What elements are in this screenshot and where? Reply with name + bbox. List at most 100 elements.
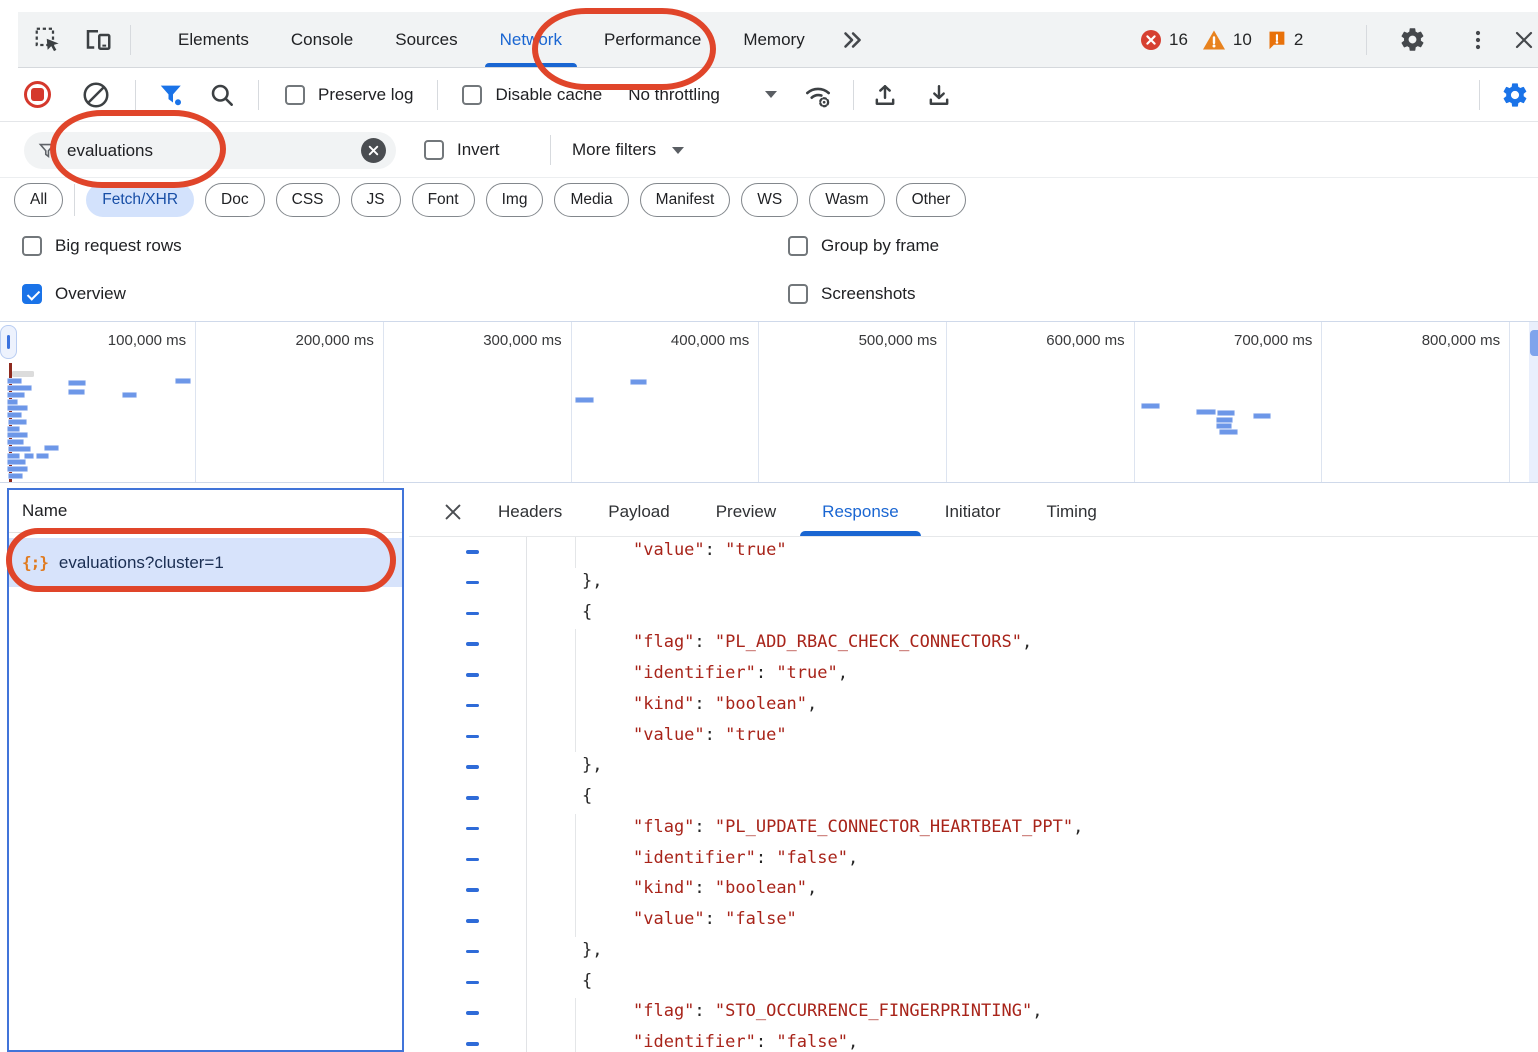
fold-marker-icon[interactable]	[466, 919, 479, 923]
invert-checkbox-box[interactable]	[424, 140, 444, 160]
type-filter-js[interactable]: JS	[351, 183, 401, 217]
clear-network-log-icon[interactable]	[79, 78, 113, 112]
big-request-rows-checkbox[interactable]: Big request rows	[22, 236, 182, 256]
overview-checkbox-box[interactable]	[22, 284, 42, 304]
type-filter-css[interactable]: CSS	[276, 183, 340, 217]
fold-marker-icon[interactable]	[466, 827, 479, 831]
fold-marker-icon[interactable]	[466, 1042, 479, 1046]
fold-marker-icon[interactable]	[466, 950, 479, 954]
json-punctuation-token: :	[694, 1001, 714, 1021]
inspect-element-icon[interactable]	[26, 18, 70, 62]
preserve-log-checkbox-box[interactable]	[285, 85, 305, 105]
detail-tab-headers[interactable]: Headers	[498, 488, 562, 536]
preserve-log-checkbox[interactable]: Preserve log	[285, 85, 413, 105]
fold-marker-icon[interactable]	[466, 765, 479, 769]
issues-badge[interactable]: 2	[1266, 29, 1303, 50]
fold-marker-icon[interactable]	[466, 642, 479, 646]
overview-request-bar	[7, 412, 22, 418]
fold-marker-icon[interactable]	[466, 735, 479, 739]
close-devtools-icon[interactable]	[1502, 18, 1538, 62]
filter-input-container[interactable]	[24, 132, 396, 169]
detail-tab-payload[interactable]: Payload	[608, 488, 669, 536]
close-detail-icon[interactable]	[433, 492, 473, 532]
type-filter-ws[interactable]: WS	[741, 183, 798, 217]
type-filter-font[interactable]: Font	[412, 183, 475, 217]
filter-icon[interactable]	[154, 77, 190, 113]
tab-network[interactable]: Network	[479, 12, 583, 67]
type-filter-media[interactable]: Media	[554, 183, 628, 217]
screenshots-checkbox-box[interactable]	[788, 284, 808, 304]
name-column-header[interactable]: Name	[9, 490, 402, 533]
network-overview-timeline[interactable]: 100,000 ms200,000 ms300,000 ms400,000 ms…	[0, 321, 1538, 483]
invert-checkbox[interactable]: Invert	[424, 140, 500, 160]
screenshots-checkbox[interactable]: Screenshots	[788, 284, 916, 304]
throttling-select[interactable]: No throttling	[628, 85, 777, 105]
type-filter-all[interactable]: All	[14, 183, 63, 217]
more-filters-button[interactable]: More filters	[572, 140, 684, 160]
fold-marker-icon[interactable]	[466, 673, 479, 677]
fold-marker-icon[interactable]	[466, 888, 479, 892]
more-tabs-icon[interactable]	[830, 18, 874, 62]
fold-marker-icon[interactable]	[466, 858, 479, 862]
json-string-token: "boolean"	[715, 694, 807, 714]
group-by-frame-checkbox-box[interactable]	[788, 236, 808, 256]
fold-marker-icon[interactable]	[466, 581, 479, 585]
export-har-icon[interactable]	[920, 76, 958, 114]
error-badge[interactable]: 16	[1140, 29, 1188, 51]
tab-console[interactable]: Console	[270, 12, 374, 67]
response-body-viewer[interactable]: "value": "true"},{"flag": "PL_ADD_RBAC_C…	[409, 537, 1538, 1052]
settings-gear-icon[interactable]	[1390, 18, 1434, 62]
type-filter-other[interactable]: Other	[896, 183, 967, 217]
detail-tab-preview[interactable]: Preview	[716, 488, 776, 536]
tab-sources[interactable]: Sources	[374, 12, 478, 67]
detail-tab-timing[interactable]: Timing	[1046, 488, 1096, 536]
tab-performance[interactable]: Performance	[583, 12, 722, 67]
big-request-rows-checkbox-box[interactable]	[22, 236, 42, 256]
fold-marker-icon[interactable]	[466, 1011, 479, 1015]
type-filter-manifest[interactable]: Manifest	[640, 183, 731, 217]
fold-marker-icon[interactable]	[466, 704, 479, 708]
disable-cache-checkbox[interactable]: Disable cache	[462, 85, 602, 105]
tab-elements[interactable]: Elements	[157, 12, 270, 67]
request-row[interactable]: {;}evaluations?cluster=1	[9, 538, 402, 587]
filter-input[interactable]	[67, 141, 361, 161]
json-punctuation-token: ,	[1073, 817, 1083, 837]
overview-checkbox[interactable]: Overview	[22, 284, 126, 304]
fold-marker-icon[interactable]	[466, 612, 479, 616]
warning-badge[interactable]: 10	[1202, 29, 1252, 51]
record-network-log-button[interactable]	[24, 81, 51, 108]
fold-marker-icon[interactable]	[466, 796, 479, 800]
name-column-header-label: Name	[22, 501, 67, 521]
detail-tab-initiator[interactable]: Initiator	[945, 488, 1001, 536]
divider	[135, 80, 136, 110]
import-har-icon[interactable]	[866, 76, 904, 114]
type-filter-img[interactable]: Img	[486, 183, 544, 217]
group-by-frame-label: Group by frame	[821, 236, 939, 256]
overview-tick-label: 600,000 ms	[1046, 332, 1124, 349]
kebab-menu-icon[interactable]	[1456, 18, 1500, 62]
overview-left-drag-handle[interactable]	[0, 325, 17, 359]
fold-marker-icon[interactable]	[466, 981, 479, 985]
network-settings-gear-icon[interactable]	[1496, 76, 1534, 114]
tab-memory[interactable]: Memory	[722, 12, 825, 67]
type-filter-fetch-xhr[interactable]: Fetch/XHR	[86, 183, 194, 217]
divider	[1366, 25, 1367, 55]
response-code-line: "kind": "boolean",	[409, 875, 1538, 906]
search-icon[interactable]	[204, 77, 240, 113]
type-filter-doc[interactable]: Doc	[205, 183, 265, 217]
device-toolbar-icon[interactable]	[76, 18, 120, 62]
network-conditions-icon[interactable]	[799, 76, 837, 114]
fold-marker-icon[interactable]	[466, 550, 479, 554]
overview-request-bar	[36, 453, 49, 459]
disable-cache-checkbox-box[interactable]	[462, 85, 482, 105]
json-string-token: "true"	[776, 663, 837, 683]
big-request-rows-label: Big request rows	[55, 236, 182, 256]
overview-right-drag-handle[interactable]	[1530, 330, 1538, 356]
group-by-frame-checkbox[interactable]: Group by frame	[788, 236, 939, 256]
clear-filter-icon[interactable]	[361, 138, 386, 163]
json-punctuation-token: ,	[807, 694, 817, 714]
type-filter-wasm[interactable]: Wasm	[809, 183, 884, 217]
detail-tab-response[interactable]: Response	[822, 488, 899, 536]
code-text: "identifier": "false",	[633, 848, 858, 868]
json-punctuation-token: :	[756, 848, 776, 868]
